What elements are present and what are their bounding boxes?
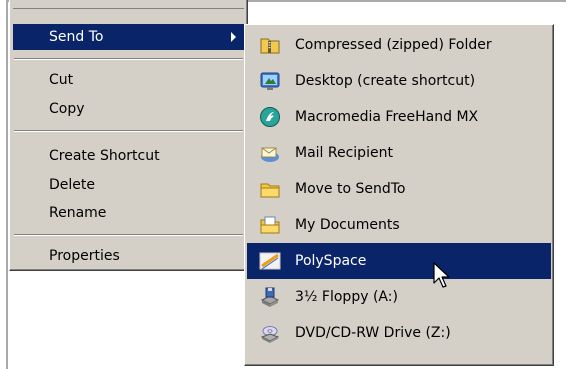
polyspace-icon — [259, 252, 281, 270]
menu-item-create-shortcut[interactable]: Create Shortcut — [13, 143, 244, 169]
menu-item-label: Create Shortcut — [49, 148, 160, 164]
menu-item-delete[interactable]: Delete — [13, 172, 244, 198]
menu-item-rename[interactable]: Rename — [13, 200, 244, 226]
submenu-item-floppy[interactable]: 3½ Floppy (A:) — [247, 279, 551, 315]
submenu-item-polyspace[interactable]: PolySpace — [247, 243, 551, 279]
submenu-item-label: PolySpace — [295, 253, 367, 269]
submenu-item-label: 3½ Floppy (A:) — [295, 289, 398, 305]
menu-item-cut[interactable]: Cut — [13, 67, 244, 93]
menu-item-send-to[interactable]: Send To — [13, 24, 244, 50]
submenu-item-dvd-drive[interactable]: DVD/CD-RW Drive (Z:) — [247, 315, 551, 351]
menu-separator — [14, 130, 243, 132]
submenu-item-freehand[interactable]: Macromedia FreeHand MX — [247, 99, 551, 135]
zipped-folder-icon — [260, 38, 280, 54]
submenu-item-label: Mail Recipient — [295, 145, 393, 161]
window-frame-left — [6, 0, 8, 369]
send-to-submenu: Compressed (zipped) Folder Desktop (crea… — [244, 24, 554, 366]
submenu-item-my-documents[interactable]: My Documents — [247, 207, 551, 243]
submenu-item-label: My Documents — [295, 217, 400, 233]
my-documents-icon — [260, 216, 280, 234]
menu-item-label: Copy — [49, 101, 85, 117]
mouse-cursor-icon — [433, 262, 450, 288]
menu-item-label: Delete — [49, 177, 95, 193]
submenu-item-label: Compressed (zipped) Folder — [295, 37, 492, 53]
folder-icon — [260, 183, 280, 198]
submenu-item-label: Macromedia FreeHand MX — [295, 109, 479, 125]
menu-separator — [14, 234, 243, 236]
menu-item-label: Properties — [49, 248, 120, 264]
menu-item-copy[interactable]: Copy — [13, 96, 244, 122]
submenu-item-move-to-sendto[interactable]: Move to SendTo — [247, 171, 551, 207]
freehand-icon — [260, 107, 280, 127]
submenu-item-label: Desktop (create shortcut) — [295, 73, 476, 89]
menu-item-label: Cut — [49, 72, 74, 88]
cd-drive-icon — [260, 326, 280, 343]
submenu-arrow-icon — [231, 32, 236, 42]
context-menu: Send To Cut Copy Create Shortcut Delete … — [9, 0, 248, 271]
desktop-icon — [260, 72, 280, 90]
submenu-item-label: DVD/CD-RW Drive (Z:) — [295, 325, 451, 341]
submenu-item-desktop[interactable]: Desktop (create shortcut) — [247, 63, 551, 99]
mail-icon — [261, 147, 279, 162]
menu-item-label: Rename — [49, 205, 107, 221]
menu-top-edge — [13, 0, 244, 9]
menu-separator — [14, 58, 243, 60]
submenu-item-mail-recipient[interactable]: Mail Recipient — [247, 135, 551, 171]
menu-item-label: Send To — [49, 29, 104, 45]
menu-item-properties[interactable]: Properties — [13, 243, 244, 269]
submenu-item-compressed-folder[interactable]: Compressed (zipped) Folder — [247, 27, 551, 63]
floppy-drive-icon — [260, 287, 280, 307]
submenu-item-label: Move to SendTo — [295, 181, 406, 197]
